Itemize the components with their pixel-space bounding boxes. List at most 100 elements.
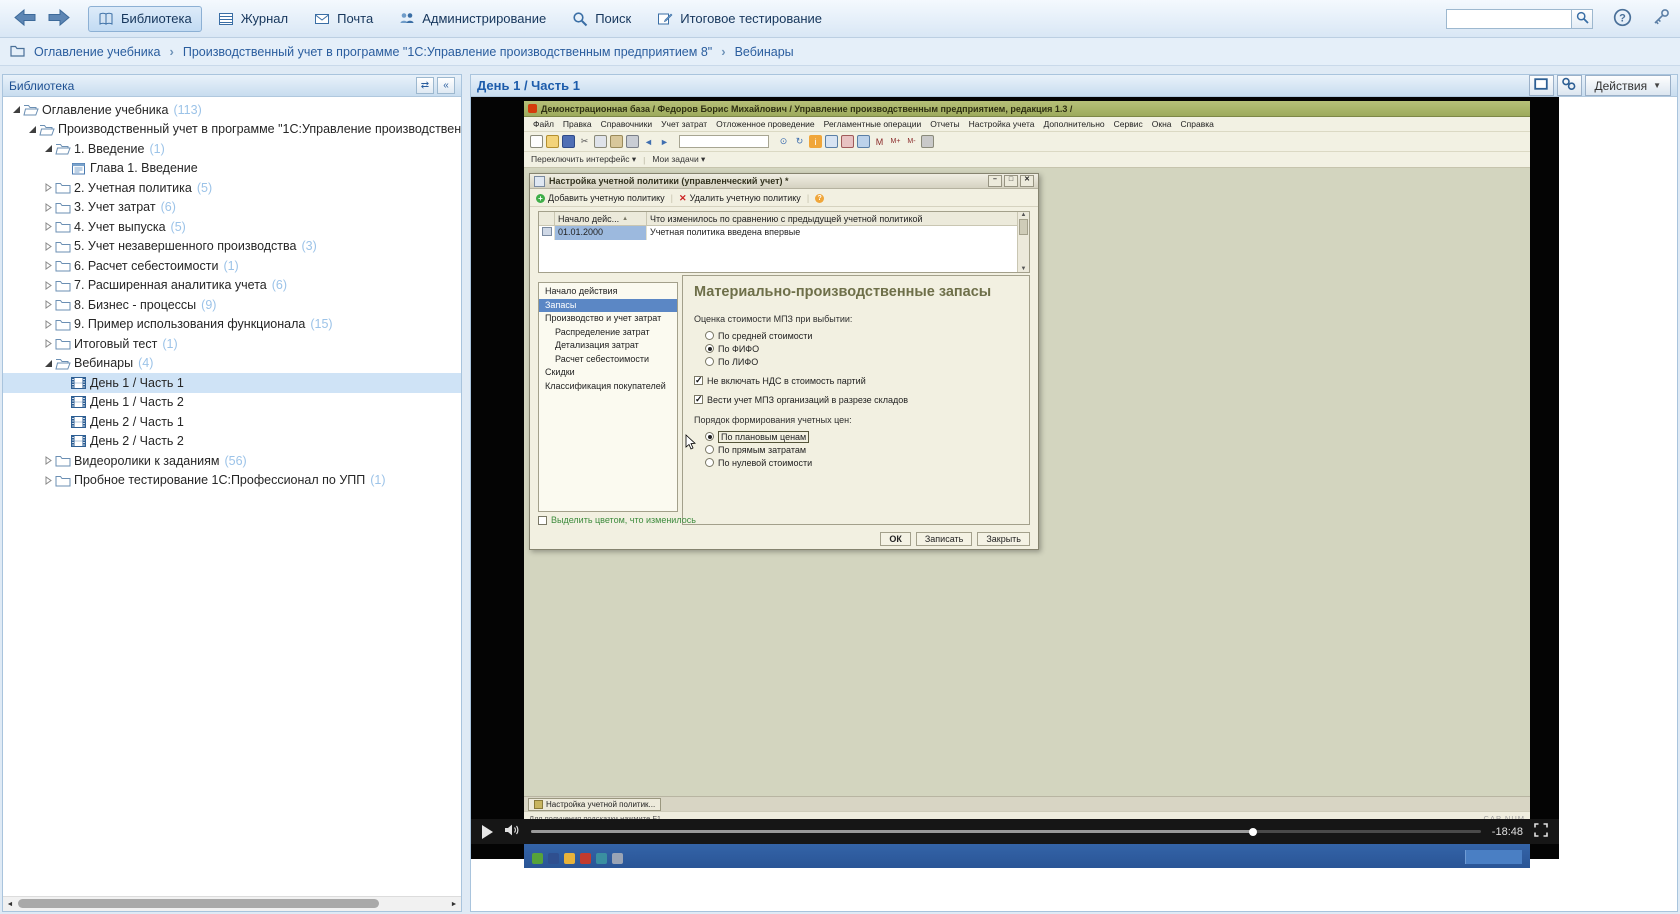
copy-link-button[interactable] <box>1557 75 1582 96</box>
collapse-sidebar-button[interactable]: « <box>437 77 455 94</box>
tree-item[interactable]: 2. Учетная политика(5) <box>3 178 461 198</box>
menu-item: Справка <box>1181 119 1214 129</box>
tree-item[interactable]: 3. Учет затрат(6) <box>3 198 461 218</box>
folder-icon <box>10 44 25 60</box>
inventory-settings-panel: Материально-производственные запасы Оцен… <box>682 275 1030 525</box>
twisty-expanded-icon[interactable] <box>41 144 55 153</box>
tree-item[interactable]: Итоговый тест(1) <box>3 334 461 354</box>
tab-mail[interactable]: Почта <box>304 6 383 32</box>
tab-journal[interactable]: Журнал <box>208 6 298 32</box>
tree-item-label: Вебинары <box>74 356 133 370</box>
scrollbar-thumb[interactable] <box>18 899 379 908</box>
tree-item-count: (15) <box>310 317 332 331</box>
tree-item-label: 3. Учет затрат <box>74 200 156 214</box>
tree-item[interactable]: 7. Расширенная аналитика учета(6) <box>3 276 461 296</box>
open-folder-icon <box>546 135 559 148</box>
tree-item[interactable]: Производственный учет в программе "1С:Уп… <box>3 120 461 140</box>
twisty-collapsed-icon[interactable] <box>41 222 55 231</box>
login-key-button[interactable] <box>1652 8 1670 29</box>
twisty-expanded-icon[interactable] <box>9 105 23 114</box>
popout-icon[interactable]: ⇄ <box>416 77 434 94</box>
twisty-collapsed-icon[interactable] <box>41 242 55 251</box>
tree-item[interactable]: Пробное тестирование 1С:Профессионал по … <box>3 471 461 491</box>
tree-item[interactable]: Видеоролики к заданиям(56) <box>3 451 461 471</box>
tab-final-test[interactable]: Итоговое тестирование <box>647 6 832 32</box>
twisty-collapsed-icon[interactable] <box>41 476 55 485</box>
key-icon <box>1652 8 1670 29</box>
tree-item[interactable]: 4. Учет выпуска(5) <box>3 217 461 237</box>
video-player[interactable]: Демонстрационная база / Федоров Борис Ми… <box>471 97 1559 859</box>
breadcrumb: Оглавление учебника›Производственный уче… <box>0 38 1680 66</box>
breadcrumb-item[interactable]: Вебинары <box>735 45 794 59</box>
tree-item-count: (1) <box>223 259 238 273</box>
tree-item[interactable]: 8. Бизнес - процессы(9) <box>3 295 461 315</box>
tree-item-video[interactable]: День 2 / Часть 2 <box>3 432 461 452</box>
tree-item-count: (1) <box>150 142 165 156</box>
twisty-collapsed-icon[interactable] <box>41 320 55 329</box>
tree-item-label: Производственный учет в программе "1С:Уп… <box>58 122 461 136</box>
panel-splitter[interactable] <box>462 74 470 912</box>
recorded-window-bar: Настройка учетной политик... <box>524 796 1530 811</box>
twisty-expanded-icon[interactable] <box>25 125 39 134</box>
twisty-collapsed-icon[interactable] <box>41 281 55 290</box>
tree-item-label: 4. Учет выпуска <box>74 220 166 234</box>
tree-item[interactable]: 5. Учет незавершенного производства(3) <box>3 237 461 257</box>
tree-item-label: 6. Расчет себестоимости <box>74 259 218 273</box>
help-button[interactable]: ? <box>1613 8 1632 30</box>
tree-item-video[interactable]: День 2 / Часть 1 <box>3 412 461 432</box>
tree-item[interactable]: 1. Введение(1) <box>3 139 461 159</box>
scroll-left-icon[interactable]: ◄ <box>3 901 17 908</box>
breadcrumb-item[interactable]: Производственный учет в программе "1С:Уп… <box>183 45 712 59</box>
tree-item[interactable]: Глава 1. Введение <box>3 159 461 179</box>
search-icon <box>572 11 588 27</box>
twisty-collapsed-icon[interactable] <box>41 456 55 465</box>
library-book-icon <box>98 11 114 27</box>
users-icon <box>857 135 870 148</box>
folder-icon <box>55 318 74 331</box>
dialog-toolbar-delete-button: ✕Удалить учетную политику <box>679 193 801 204</box>
new-file-icon <box>530 135 543 148</box>
twisty-collapsed-icon[interactable] <box>41 261 55 270</box>
search-go-button[interactable] <box>1571 9 1593 29</box>
volume-button[interactable] <box>504 823 520 840</box>
tab-label: Журнал <box>241 11 288 26</box>
option-label: Не включать НДС в стоимость партий <box>707 376 866 386</box>
tree-item-video[interactable]: День 1 / Часть 2 <box>3 393 461 413</box>
radio-icon <box>705 344 714 353</box>
window-tab: Настройка учетной политик... <box>528 798 661 811</box>
sidebar-hscrollbar[interactable]: ◄ ► <box>3 896 461 911</box>
tree-item[interactable]: 6. Расчет себестоимости (1) <box>3 256 461 276</box>
toolbar-separator: | <box>671 193 673 203</box>
option-label: По средней стоимости <box>718 331 812 341</box>
seek-thumb[interactable] <box>1249 828 1257 836</box>
breadcrumb-item[interactable]: Оглавление учебника <box>34 45 160 59</box>
forward-button[interactable] <box>44 7 74 31</box>
tree-item[interactable]: 9. Пример использования функционала(15) <box>3 315 461 335</box>
tab-library[interactable]: Библиотека <box>88 6 202 32</box>
twisty-collapsed-icon[interactable] <box>41 203 55 212</box>
open-in-window-button[interactable] <box>1529 75 1554 96</box>
scroll-right-icon[interactable]: ► <box>447 901 461 908</box>
checkbox-icon <box>694 395 703 404</box>
back-button[interactable] <box>10 7 40 31</box>
library-panel: Библиотека ⇄ « Оглавление учебника(113)П… <box>2 74 462 912</box>
twisty-expanded-icon[interactable] <box>41 359 55 368</box>
tree-item[interactable]: Вебинары(4) <box>3 354 461 374</box>
twisty-collapsed-icon[interactable] <box>41 300 55 309</box>
tree-item-video[interactable]: День 1 / Часть 1 <box>3 373 461 393</box>
fullscreen-button[interactable] <box>1534 823 1548 840</box>
system-tray <box>1465 850 1522 864</box>
twisty-collapsed-icon[interactable] <box>41 183 55 192</box>
tree-item-count: (3) <box>302 239 317 253</box>
tab-admin[interactable]: Администрирование <box>389 6 556 32</box>
actions-button[interactable]: Действия ▼ <box>1585 75 1672 96</box>
twisty-collapsed-icon[interactable] <box>41 339 55 348</box>
tree-item-label: 8. Бизнес - процессы <box>74 298 196 312</box>
tab-search[interactable]: Поиск <box>562 6 641 32</box>
app3-icon <box>580 853 591 864</box>
option-label: По нулевой стоимости <box>718 458 812 468</box>
play-button[interactable] <box>482 825 493 839</box>
global-search-input[interactable] <box>1446 9 1571 29</box>
tree-item[interactable]: Оглавление учебника(113) <box>3 100 461 120</box>
seek-bar[interactable] <box>531 830 1481 833</box>
